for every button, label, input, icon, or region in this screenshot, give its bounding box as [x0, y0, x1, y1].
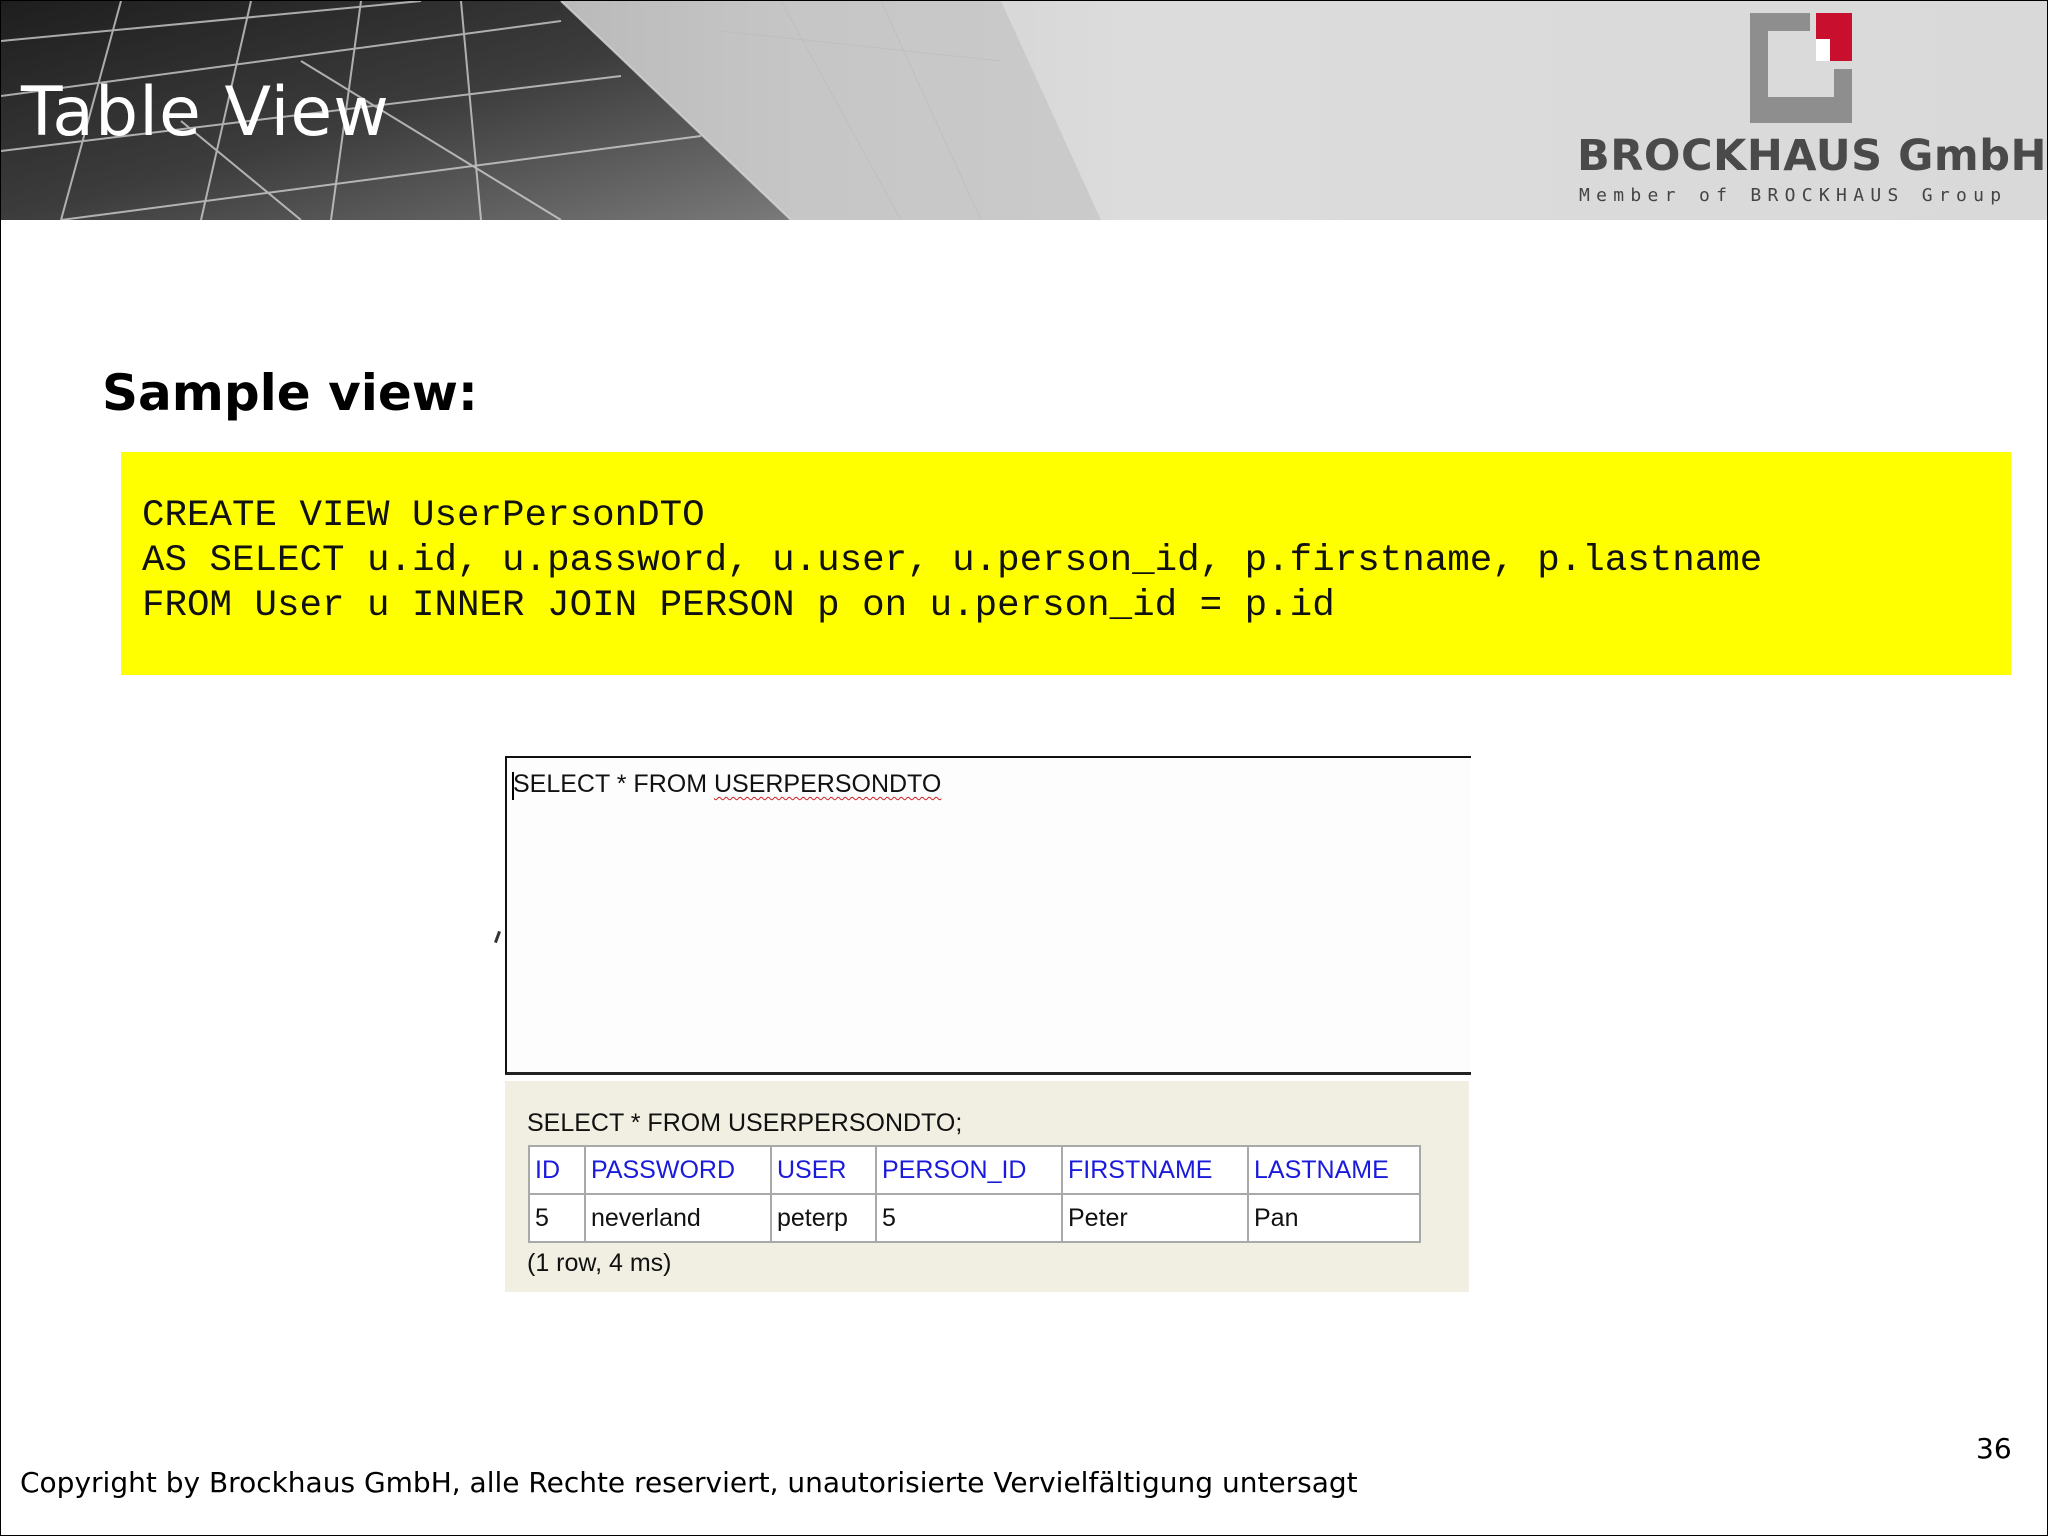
- slide-title: Table View: [21, 73, 390, 152]
- results-table: ID PASSWORD USER PERSON_ID FIRSTNAME LAS…: [528, 1145, 1421, 1243]
- column-header-user[interactable]: USER: [770, 1145, 877, 1195]
- header-banner: Table View BROCKHAUS GmbH Member of BROC…: [1, 1, 2047, 220]
- table-cell: neverland: [584, 1193, 772, 1243]
- query-text[interactable]: SELECT * FROM USERPERSONDTO: [513, 770, 941, 799]
- column-header-person-id[interactable]: PERSON_ID: [875, 1145, 1063, 1195]
- table-header-row: ID PASSWORD USER PERSON_ID FIRSTNAME LAS…: [528, 1145, 1421, 1195]
- table-cell: Peter: [1061, 1193, 1249, 1243]
- table-row: 5 neverland peterp 5 Peter Pan: [528, 1193, 1421, 1243]
- stray-mark: [494, 930, 501, 944]
- results-query: SELECT * FROM USERPERSONDTO;: [527, 1109, 963, 1137]
- results-status: (1 row, 4 ms): [527, 1249, 672, 1277]
- column-header-password[interactable]: PASSWORD: [584, 1145, 772, 1195]
- column-header-firstname[interactable]: FIRSTNAME: [1061, 1145, 1249, 1195]
- code-line: AS SELECT u.id, u.password, u.user, u.pe…: [142, 540, 1763, 582]
- page-number: 36: [1976, 1432, 2012, 1465]
- table-cell: Pan: [1247, 1193, 1421, 1243]
- sql-code-block: CREATE VIEW UserPersonDTO AS SELECT u.id…: [121, 452, 2011, 675]
- section-heading: Sample view:: [102, 364, 478, 422]
- column-header-id[interactable]: ID: [528, 1145, 586, 1195]
- company-name: BROCKHAUS GmbH: [1577, 131, 2047, 181]
- company-tagline: Member of BROCKHAUS Group: [1579, 185, 2008, 206]
- query-editor[interactable]: SELECT * FROM USERPERSONDTO: [505, 756, 1471, 1075]
- results-panel: SELECT * FROM USERPERSONDTO; ID PASSWORD…: [505, 1081, 1469, 1292]
- copyright-notice: Copyright by Brockhaus GmbH, alle Rechte…: [20, 1466, 1358, 1499]
- table-cell: peterp: [770, 1193, 877, 1243]
- table-cell: 5: [875, 1193, 1063, 1243]
- query-prefix: SELECT * FROM: [513, 770, 714, 798]
- brockhaus-logo-icon: [1750, 13, 1852, 123]
- table-cell: 5: [528, 1193, 586, 1243]
- query-object-misspelled: USERPERSONDTO: [713, 770, 942, 798]
- column-header-lastname[interactable]: LASTNAME: [1247, 1145, 1421, 1195]
- code-line: FROM User u INNER JOIN PERSON p on u.per…: [142, 585, 1335, 627]
- code-line: CREATE VIEW UserPersonDTO: [142, 495, 705, 537]
